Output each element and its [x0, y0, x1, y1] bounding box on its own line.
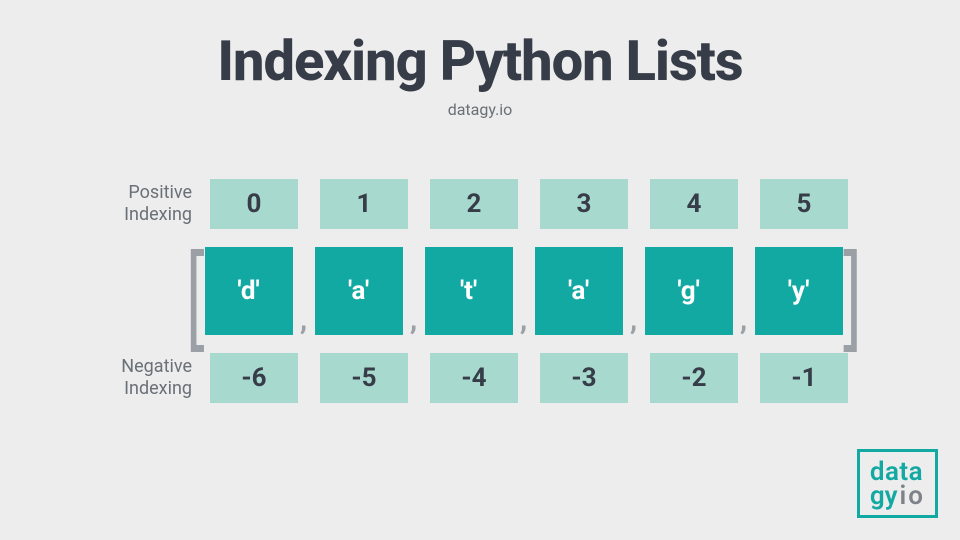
negative-index-cell: -2 — [650, 353, 738, 403]
page-title: Indexing Python Lists — [0, 0, 960, 94]
logo-gy: gy — [870, 481, 898, 511]
negative-label: Negative Indexing — [70, 356, 210, 399]
negative-index-cell: -3 — [540, 353, 628, 403]
comma-separator: , — [293, 305, 315, 335]
negative-label-line2: Indexing — [124, 378, 192, 399]
list-value-cell: 'g' — [645, 247, 733, 335]
negative-index-cell: -1 — [760, 353, 848, 403]
list-value-cell: 'd' — [205, 247, 293, 335]
datagy-logo: data gyio — [857, 449, 938, 518]
negative-index-row: Negative Indexing -6 -5 -4 -3 -2 -1 — [70, 353, 890, 403]
comma-separator: , — [513, 305, 535, 335]
logo-line2: gyio — [870, 484, 925, 509]
positive-index-row: Positive Indexing 0 1 2 3 4 5 — [70, 179, 890, 229]
list-value-cell: 'a' — [315, 247, 403, 335]
negative-index-cell: -5 — [320, 353, 408, 403]
indexing-diagram: Positive Indexing 0 1 2 3 4 5 [ 'd' , 'a… — [70, 179, 890, 403]
list-values-row: [ 'd' , 'a' , 't' , 'a' , 'g' , 'y' ] — [70, 247, 890, 335]
positive-label-line1: Positive — [128, 182, 192, 203]
comma-separator: , — [403, 305, 425, 335]
list-value-cell: 't' — [425, 247, 513, 335]
negative-index-cell: -4 — [430, 353, 518, 403]
positive-index-cell: 0 — [210, 179, 298, 229]
negative-index-cells: -6 -5 -4 -3 -2 -1 — [210, 353, 848, 403]
positive-label: Positive Indexing — [70, 182, 210, 225]
positive-label-line2: Indexing — [124, 204, 192, 225]
positive-index-cell: 1 — [320, 179, 408, 229]
positive-index-cell: 2 — [430, 179, 518, 229]
logo-io: io — [900, 481, 925, 511]
list-value-cell: 'a' — [535, 247, 623, 335]
positive-index-cells: 0 1 2 3 4 5 — [210, 179, 848, 229]
list-value-cell: 'y' — [755, 247, 843, 335]
bracket-left-icon: [ — [186, 253, 204, 330]
positive-index-cell: 3 — [540, 179, 628, 229]
positive-index-cell: 5 — [760, 179, 848, 229]
subtitle: datagy.io — [0, 100, 960, 119]
negative-label-line1: Negative — [121, 356, 192, 377]
comma-separator: , — [623, 305, 645, 335]
list-value-cells: 'd' , 'a' , 't' , 'a' , 'g' , 'y' — [205, 247, 843, 335]
negative-index-cell: -6 — [210, 353, 298, 403]
positive-index-cell: 4 — [650, 179, 738, 229]
comma-separator: , — [733, 305, 755, 335]
bracket-right-icon: ] — [843, 253, 861, 330]
